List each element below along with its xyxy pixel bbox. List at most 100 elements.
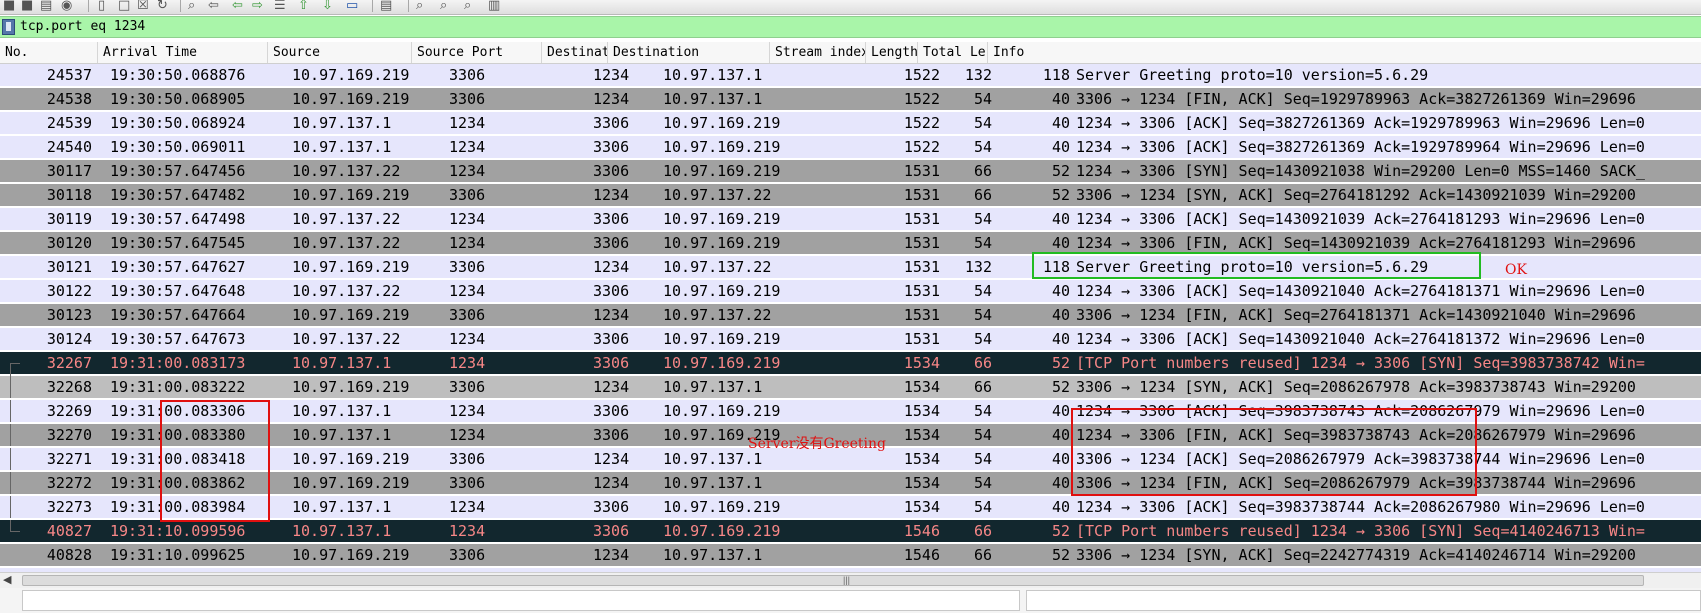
go-to-icon[interactable]: ⇦	[208, 0, 219, 12]
cell-total: 40	[1051, 498, 1070, 516]
scrollbar-grip: |||	[843, 575, 851, 585]
cell-len: 54	[973, 114, 992, 132]
autoscroll-icon[interactable]: ☰	[274, 0, 286, 12]
cell-dst: 10.97.137.1	[663, 546, 763, 564]
cell-info: 1234 → 3306 [FIN, ACK] Seq=1430921039 Ac…	[1076, 234, 1636, 252]
cell-info: 3306 → 1234 [SYN, ACK] Seq=2086267978 Ac…	[1076, 378, 1636, 396]
colorize-icon[interactable]: ⇧	[298, 0, 309, 12]
find-icon[interactable]: ☒	[137, 0, 149, 12]
cell-dst: 10.97.169.219	[663, 234, 781, 252]
restart-icon[interactable]: ■	[21, 0, 33, 12]
resize-columns-icon[interactable]: ▥	[488, 0, 500, 12]
horizontal-scrollbar[interactable]: ◀ |||	[0, 572, 1701, 588]
column-header-stream-index[interactable]: Stream index	[770, 42, 866, 63]
cell-src: 10.97.137.22	[292, 234, 401, 252]
cell-len: 54	[973, 282, 992, 300]
cell-total: 40	[1051, 138, 1070, 156]
packet-row[interactable]: 24538 19:30:50.068905 10.97.169.219 3306 123…	[0, 88, 1701, 110]
column-header-arrival-time[interactable]: Arrival Time	[98, 42, 268, 63]
cell-no: 30122	[46, 282, 92, 300]
cell-no: 30123	[46, 306, 92, 324]
conversation-bracket	[10, 520, 22, 542]
resize-columns-icon[interactable]: ⌕	[416, 0, 423, 12]
packet-row[interactable]: 30117 19:30:57.647456 10.97.137.22 1234 3306…	[0, 160, 1701, 182]
cell-src: 10.97.169.219	[292, 546, 410, 564]
column-header-no[interactable]: No.	[0, 42, 98, 63]
cell-src: 10.97.169.219	[292, 450, 410, 468]
bookmark-icon[interactable]	[2, 19, 15, 35]
packet-bytes-pane[interactable]	[1026, 590, 1701, 611]
cell-stream: 1534	[903, 498, 940, 516]
column-header-total-length[interactable]: Total Le	[918, 42, 988, 63]
zoom-out-icon[interactable]: ⌕	[464, 0, 471, 12]
save-icon[interactable]: ◉	[61, 0, 72, 12]
packet-row[interactable]: 30119 19:30:57.647498 10.97.137.22 1234 3306…	[0, 208, 1701, 230]
stop-icon[interactable]: ■	[3, 0, 15, 12]
column-header-destination-port[interactable]: Destinat	[542, 42, 608, 63]
cell-len: 66	[973, 378, 992, 396]
cell-dport: 1234	[593, 378, 630, 396]
column-header-info[interactable]: Info	[988, 42, 1701, 63]
packet-row[interactable]: 40827 19:31:10.099596 10.97.137.1 1234 3306 1…	[0, 520, 1701, 542]
cell-no: 30120	[46, 234, 92, 252]
cell-dst: 10.97.137.1	[663, 90, 763, 108]
cell-info: 1234 → 3306 [ACK] Seq=3827261369 Ack=192…	[1076, 114, 1645, 132]
cell-stream: 1531	[903, 210, 940, 228]
cell-stream: 1522	[903, 138, 940, 156]
open-file-icon[interactable]: ▤	[40, 0, 52, 12]
cell-len: 54	[973, 474, 992, 492]
last-icon[interactable]: ⇨	[252, 0, 263, 12]
first-icon[interactable]: ⇦	[232, 0, 243, 12]
cell-total: 40	[1051, 282, 1070, 300]
packet-details-pane[interactable]	[22, 590, 1020, 611]
cell-info: Server Greeting proto=10 version=5.6.29	[1076, 66, 1429, 84]
cell-no: 24540	[46, 138, 92, 156]
cell-dst: 10.97.137.1	[663, 66, 763, 84]
display-filter-bar: tcp.port eq 1234	[0, 16, 1701, 38]
packet-row[interactable]: 24539 19:30:50.068924 10.97.137.1 1234 3306 1…	[0, 112, 1701, 134]
cell-sport: 3306	[449, 186, 486, 204]
cell-stream: 1531	[903, 162, 940, 180]
packet-row[interactable]: 32268 19:31:00.083222 10.97.169.219 3306 123…	[0, 376, 1701, 398]
packet-row[interactable]: 30123 19:30:57.647664 10.97.169.219 3306 123…	[0, 304, 1701, 326]
packet-row[interactable]: 30122 19:30:57.647648 10.97.137.22 1234 3306…	[0, 280, 1701, 302]
cell-dport: 1234	[593, 66, 630, 84]
column-header-length[interactable]: Length	[866, 42, 918, 63]
conversation-line	[10, 472, 11, 494]
cell-time: 19:31:10.099625	[110, 546, 246, 564]
conversation-line	[10, 496, 11, 518]
zoom-out-icon[interactable]: ▭	[346, 0, 358, 12]
cell-time: 19:30:57.647664	[110, 306, 246, 324]
forward-icon[interactable]: ⌕	[188, 0, 195, 12]
cell-len: 66	[973, 522, 992, 540]
zoom-in-icon[interactable]: ⇩	[322, 0, 333, 12]
conversation-bracket	[10, 496, 22, 518]
back-icon[interactable]: ↻	[157, 0, 168, 12]
packet-row[interactable]: 30120 19:30:57.647545 10.97.137.22 1234 3306…	[0, 232, 1701, 254]
column-header-source[interactable]: Source	[268, 42, 412, 63]
column-header-destination[interactable]: Destination	[608, 42, 770, 63]
cell-src: 10.97.137.1	[292, 426, 392, 444]
cell-sport: 1234	[449, 114, 486, 132]
cell-src: 10.97.169.219	[292, 258, 410, 276]
scroll-left-icon[interactable]: ◀	[3, 573, 11, 588]
packet-row[interactable]: 32267 19:31:00.083173 10.97.137.1 1234 3306 1…	[0, 352, 1701, 376]
packet-row[interactable]: 24540 19:30:50.069011 10.97.137.1 1234 3306 1…	[0, 136, 1701, 158]
cell-sport: 1234	[449, 330, 486, 348]
cell-dport: 3306	[593, 498, 630, 516]
column-header-source-port[interactable]: Source Port	[412, 42, 542, 63]
close-icon[interactable]: ▯	[98, 0, 105, 12]
packet-row[interactable]: 30124 19:30:57.647673 10.97.137.22 1234 3306…	[0, 328, 1701, 350]
zoom-reset-icon[interactable]: ▤	[380, 0, 392, 12]
packet-row[interactable]: 30118 19:30:57.647482 10.97.169.219 3306 123…	[0, 184, 1701, 206]
packet-row[interactable]: 24537 19:30:50.068876 10.97.169.219 3306 123…	[0, 64, 1701, 86]
time-highlight-box	[160, 400, 270, 522]
reload-icon[interactable]: □	[118, 0, 130, 12]
cell-len: 66	[973, 546, 992, 564]
zoom-in-icon[interactable]: ⌕	[440, 0, 447, 12]
packet-row[interactable]: 40828 19:31:10.099625 10.97.169.219 3306 123…	[0, 544, 1701, 566]
display-filter-input[interactable]: tcp.port eq 1234	[20, 18, 1680, 36]
cell-stream: 1531	[903, 330, 940, 348]
scrollbar-thumb[interactable]: |||	[22, 575, 1644, 586]
cell-dport: 3306	[593, 522, 630, 540]
